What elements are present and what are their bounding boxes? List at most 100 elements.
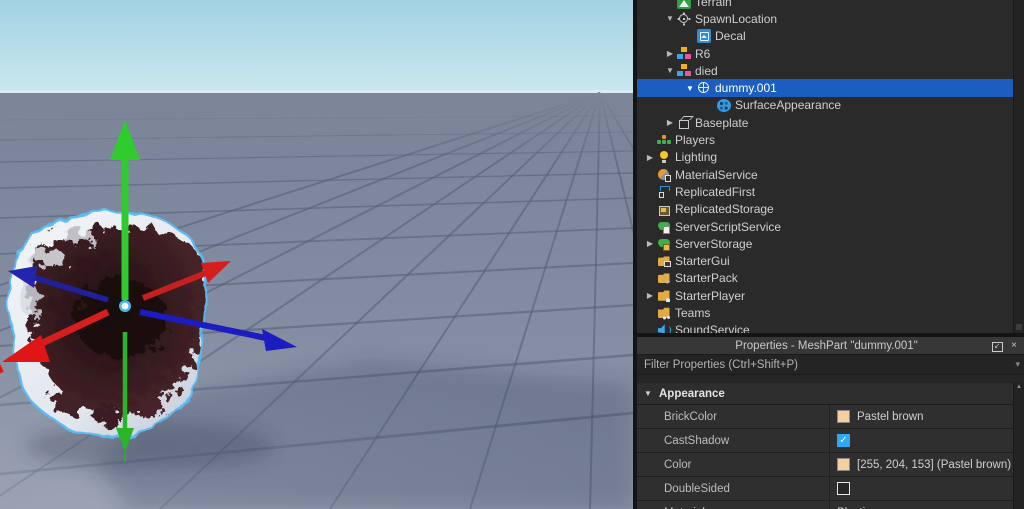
- color-swatch[interactable]: [837, 410, 850, 423]
- tree-item-label: Terrain: [695, 0, 732, 9]
- tree-item-label: R6: [695, 46, 711, 61]
- sky: [0, 0, 633, 93]
- chevron-down-icon[interactable]: ▾: [1015, 359, 1020, 370]
- horizon-line: [0, 90, 633, 93]
- properties-scrollbar[interactable]: ▴: [1013, 382, 1024, 509]
- tree-item-label: died: [695, 63, 718, 78]
- tree-item-players[interactable]: Players: [637, 131, 1014, 148]
- tree-item-starterpack[interactable]: StarterPack: [637, 270, 1014, 287]
- tree-item-label: ServerStorage: [675, 236, 753, 251]
- filter-properties-input[interactable]: Filter Properties (Ctrl+Shift+P) ▾: [637, 354, 1024, 375]
- tree-item-replicatedfirst[interactable]: ReplicatedFirst: [637, 183, 1014, 200]
- model-icon: [677, 46, 691, 61]
- property-value[interactable]: [255, 204, 153] (Pastel brown): [830, 453, 1024, 476]
- expand-arrow[interactable]: [663, 10, 677, 27]
- property-value-text: Pastel brown: [857, 410, 924, 423]
- players-icon: [657, 133, 671, 147]
- expand-arrow[interactable]: [663, 45, 677, 62]
- tree-item-dummy-001[interactable]: dummy.001: [637, 79, 1014, 97]
- tree-item-soundservice[interactable]: SoundService: [637, 322, 1014, 333]
- property-row-material: Material Plastic: [637, 501, 1024, 509]
- section-collapse-arrow[interactable]: ▼: [637, 385, 659, 402]
- property-name: Material: [637, 501, 830, 509]
- tree-item-r6[interactable]: R6: [637, 45, 1014, 62]
- tree-item-label: MaterialService: [675, 167, 758, 182]
- expand-arrow[interactable]: [663, 114, 677, 131]
- tree-item-label: Teams: [675, 305, 711, 320]
- tree-item-label: StarterPack: [675, 271, 738, 286]
- replicatedfirst-icon: [657, 185, 671, 199]
- tree-item-died[interactable]: died: [637, 62, 1014, 79]
- tree-item-starterplayer[interactable]: StarterPlayer: [637, 287, 1014, 304]
- horizon-fade: [0, 93, 633, 163]
- 3d-viewport[interactable]: [0, 0, 633, 509]
- serverstorage-icon: [657, 237, 671, 251]
- explorer-scrollbar[interactable]: [1013, 0, 1024, 333]
- property-value[interactable]: Pastel brown: [830, 405, 1024, 428]
- tree-item-baseplate[interactable]: Baseplate: [637, 114, 1014, 131]
- materialservice-icon: [657, 168, 671, 182]
- tree-item-label: dummy.001: [715, 81, 777, 96]
- expand-arrow[interactable]: [663, 62, 677, 79]
- property-row-doublesided: DoubleSided: [637, 477, 1024, 501]
- tree-item-decal[interactable]: Decal: [637, 28, 1014, 45]
- color-swatch[interactable]: [837, 458, 850, 471]
- tree-item-label: SpawnLocation: [695, 11, 778, 26]
- soundservice-icon: [657, 323, 671, 333]
- tree-item-terrain[interactable]: Terrain: [637, 0, 1014, 10]
- tree-item-surfaceappearance[interactable]: SurfaceAppearance: [637, 97, 1014, 114]
- startergui-icon: [657, 254, 671, 268]
- properties-body: ▼ Appearance BrickColor Pastel brown Cas…: [637, 375, 1024, 509]
- tree-item-label: Baseplate: [695, 115, 749, 130]
- teams-icon: [657, 306, 671, 320]
- float-panel-icon: ↙: [991, 342, 1003, 352]
- tree-item-label: StarterGui: [675, 254, 730, 269]
- tree-item-serverscriptservice[interactable]: ServerScriptService: [637, 218, 1014, 235]
- tree-item-label: ReplicatedStorage: [675, 202, 774, 217]
- terrain-icon: [677, 0, 691, 9]
- float-panel-button[interactable]: ↙: [990, 339, 1004, 352]
- tree-item-label: ReplicatedFirst: [675, 184, 756, 199]
- viewport-scene: [0, 0, 633, 509]
- tree-item-startergui[interactable]: StarterGui: [637, 252, 1014, 269]
- tree-item-teams[interactable]: Teams: [637, 304, 1014, 321]
- castshadow-checkbox[interactable]: [837, 434, 850, 447]
- tree-item-replicatedstorage[interactable]: ReplicatedStorage: [637, 201, 1014, 218]
- explorer-panel: Terrain SpawnLocation Decal R6 died: [637, 0, 1024, 333]
- tree-item-serverstorage[interactable]: ServerStorage: [637, 235, 1014, 252]
- surfaceappearance-icon: [717, 98, 731, 112]
- tree-item-label: Decal: [715, 29, 746, 44]
- baseplate-icon: [677, 116, 691, 130]
- tree-item-label: Players: [675, 133, 716, 148]
- expand-arrow[interactable]: [643, 235, 657, 252]
- tree-item-materialservice[interactable]: MaterialService: [637, 166, 1014, 183]
- property-name: CastShadow: [637, 429, 830, 452]
- replicatedstorage-icon: [657, 202, 671, 216]
- model-icon: [677, 63, 691, 78]
- expand-arrow[interactable]: [683, 80, 697, 97]
- property-name: BrickColor: [637, 405, 830, 428]
- tree-item-label: SurfaceAppearance: [735, 98, 842, 113]
- meshpart-object[interactable]: [8, 210, 208, 439]
- tree-item-label: ServerScriptService: [675, 219, 782, 234]
- spawnlocation-icon: [677, 12, 691, 26]
- explorer-tree: Terrain SpawnLocation Decal R6 died: [637, 0, 1014, 333]
- expand-arrow[interactable]: [643, 149, 657, 166]
- properties-panel: Properties - MeshPart "dummy.001" ↙ × Fi…: [637, 337, 1024, 509]
- property-value: [830, 477, 1024, 500]
- property-row-castshadow: CastShadow: [637, 429, 1024, 453]
- property-row-brickcolor: BrickColor Pastel brown: [637, 405, 1024, 429]
- filter-placeholder: Filter Properties (Ctrl+Shift+P): [644, 358, 799, 371]
- lighting-icon: [657, 150, 671, 164]
- tree-item-spawnlocation[interactable]: SpawnLocation: [637, 10, 1014, 27]
- properties-title: Properties - MeshPart "dummy.001": [735, 339, 918, 352]
- property-value[interactable]: Plastic: [830, 501, 1024, 509]
- close-panel-button[interactable]: ×: [1007, 339, 1021, 352]
- property-name: Color: [637, 453, 830, 476]
- tree-item-lighting[interactable]: Lighting: [637, 149, 1014, 166]
- doublesided-checkbox[interactable]: [837, 482, 850, 495]
- expand-arrow[interactable]: [643, 287, 657, 304]
- decal-icon: [697, 29, 711, 44]
- property-value-text: [255, 204, 153] (Pastel brown): [857, 458, 1012, 471]
- section-appearance[interactable]: ▼ Appearance: [637, 383, 1024, 405]
